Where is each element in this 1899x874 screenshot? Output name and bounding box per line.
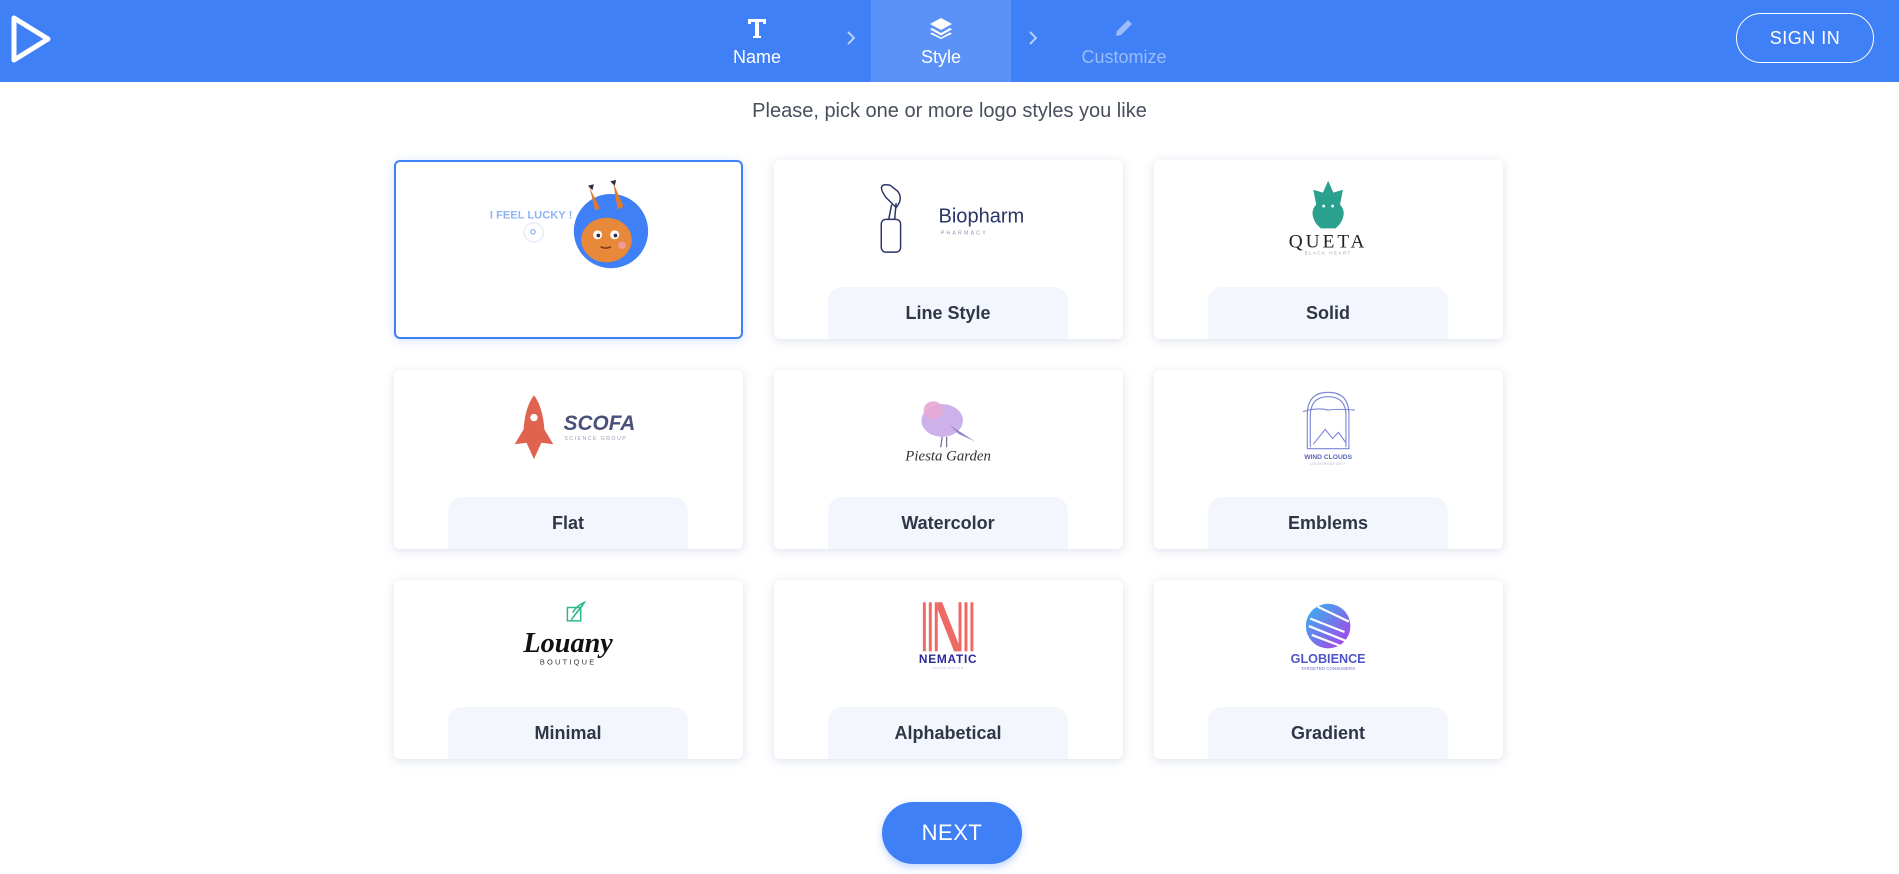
louany-text: Louany <box>522 628 613 659</box>
scofa-text: SCOFA <box>564 412 636 435</box>
queta-logo-illustration: QUETA BLACK HEART <box>1289 180 1368 255</box>
queta-subtext: BLACK HEART <box>1305 250 1352 255</box>
style-label: Flat <box>448 497 688 549</box>
nematic-text: NEMATIC <box>919 652 977 666</box>
chevron-right-icon <box>847 31 856 45</box>
scofa-subtext: SCIENCE GROUP <box>564 436 627 442</box>
style-label: Watercolor <box>828 497 1068 549</box>
step-customize[interactable]: Customize <box>1054 0 1194 82</box>
biopharm-text: Biopharm <box>938 205 1024 227</box>
louany-logo-illustration: Louany BOUTIQUE <box>522 600 613 667</box>
layers-icon <box>929 15 953 41</box>
nematic-subtext: ORGANIZATION <box>932 666 963 670</box>
style-label: Alphabetical <box>828 707 1068 759</box>
globience-logo-illustration: GLOBIENCE TARGETED CONSUMERS <box>1291 603 1366 671</box>
style-label: Minimal <box>448 707 688 759</box>
piesta-text: Piesta Garden <box>904 449 991 465</box>
top-nav-bar: Name Style Customize SIGN IN <box>0 0 1899 82</box>
lucky-text: I FEEL LUCKY ! <box>490 209 572 221</box>
step-customize-label: Customize <box>1081 46 1167 67</box>
style-card-alphabetical[interactable]: NEMATIC ORGANIZATION Alphabetical <box>774 580 1123 759</box>
scofa-logo-illustration: SCOFA SCIENCE GROUP <box>514 395 636 460</box>
chevron-right-icon <box>1029 31 1038 45</box>
style-card-gradient[interactable]: GLOBIENCE TARGETED CONSUMERS Gradient <box>1154 580 1503 759</box>
globience-text: GLOBIENCE <box>1291 652 1366 666</box>
style-card-watercolor[interactable]: Piesta Garden Watercolor <box>774 370 1123 549</box>
style-label: Gradient <box>1208 707 1448 759</box>
style-label: Solid <box>1208 287 1448 339</box>
wind-clouds-logo-illustration: WIND CLOUDS OBSERVATORY <box>1302 391 1355 466</box>
lucky-illustration: I FEEL LUCKY ! <box>490 179 649 269</box>
next-button[interactable]: NEXT <box>882 802 1022 864</box>
style-card-emblems[interactable]: WIND CLOUDS OBSERVATORY Emblems <box>1154 370 1503 549</box>
style-label: Emblems <box>1208 497 1448 549</box>
piesta-garden-logo-illustration: Piesta Garden <box>904 401 991 465</box>
wind-clouds-text: WIND CLOUDS <box>1304 454 1352 461</box>
step-style-label: Style <box>920 46 962 67</box>
nematic-logo-illustration: NEMATIC ORGANIZATION <box>919 602 977 670</box>
pencil-icon <box>1113 15 1135 41</box>
style-card-flat[interactable]: SCOFA SCIENCE GROUP Flat <box>394 370 743 549</box>
louany-subtext: BOUTIQUE <box>540 658 597 667</box>
style-label: Line Style <box>828 287 1068 339</box>
biopharm-subtext: PHARMACY <box>941 230 988 236</box>
step-style[interactable]: Style <box>871 0 1011 82</box>
wind-clouds-subtext: OBSERVATORY <box>1310 462 1346 466</box>
app-logo-icon[interactable] <box>8 14 52 64</box>
globience-subtext: TARGETED CONSUMERS <box>1301 666 1355 671</box>
style-card-solid[interactable]: QUETA BLACK HEART Solid <box>1154 160 1503 339</box>
style-card-line-style[interactable]: Biopharm PHARMACY Line Style <box>774 160 1123 339</box>
queta-text: QUETA <box>1289 232 1368 253</box>
text-icon <box>747 15 767 41</box>
step-name[interactable]: Name <box>687 0 827 82</box>
page-instruction: Please, pick one or more logo styles you… <box>752 100 1147 122</box>
step-name-label: Name <box>732 46 781 67</box>
biopharm-logo-illustration: Biopharm PHARMACY <box>880 184 1024 253</box>
sign-in-button[interactable]: SIGN IN <box>1736 13 1874 63</box>
style-card-minimal[interactable]: Louany BOUTIQUE Minimal <box>394 580 743 759</box>
style-card-lucky[interactable]: I FEEL LUCKY ! <box>394 160 743 339</box>
